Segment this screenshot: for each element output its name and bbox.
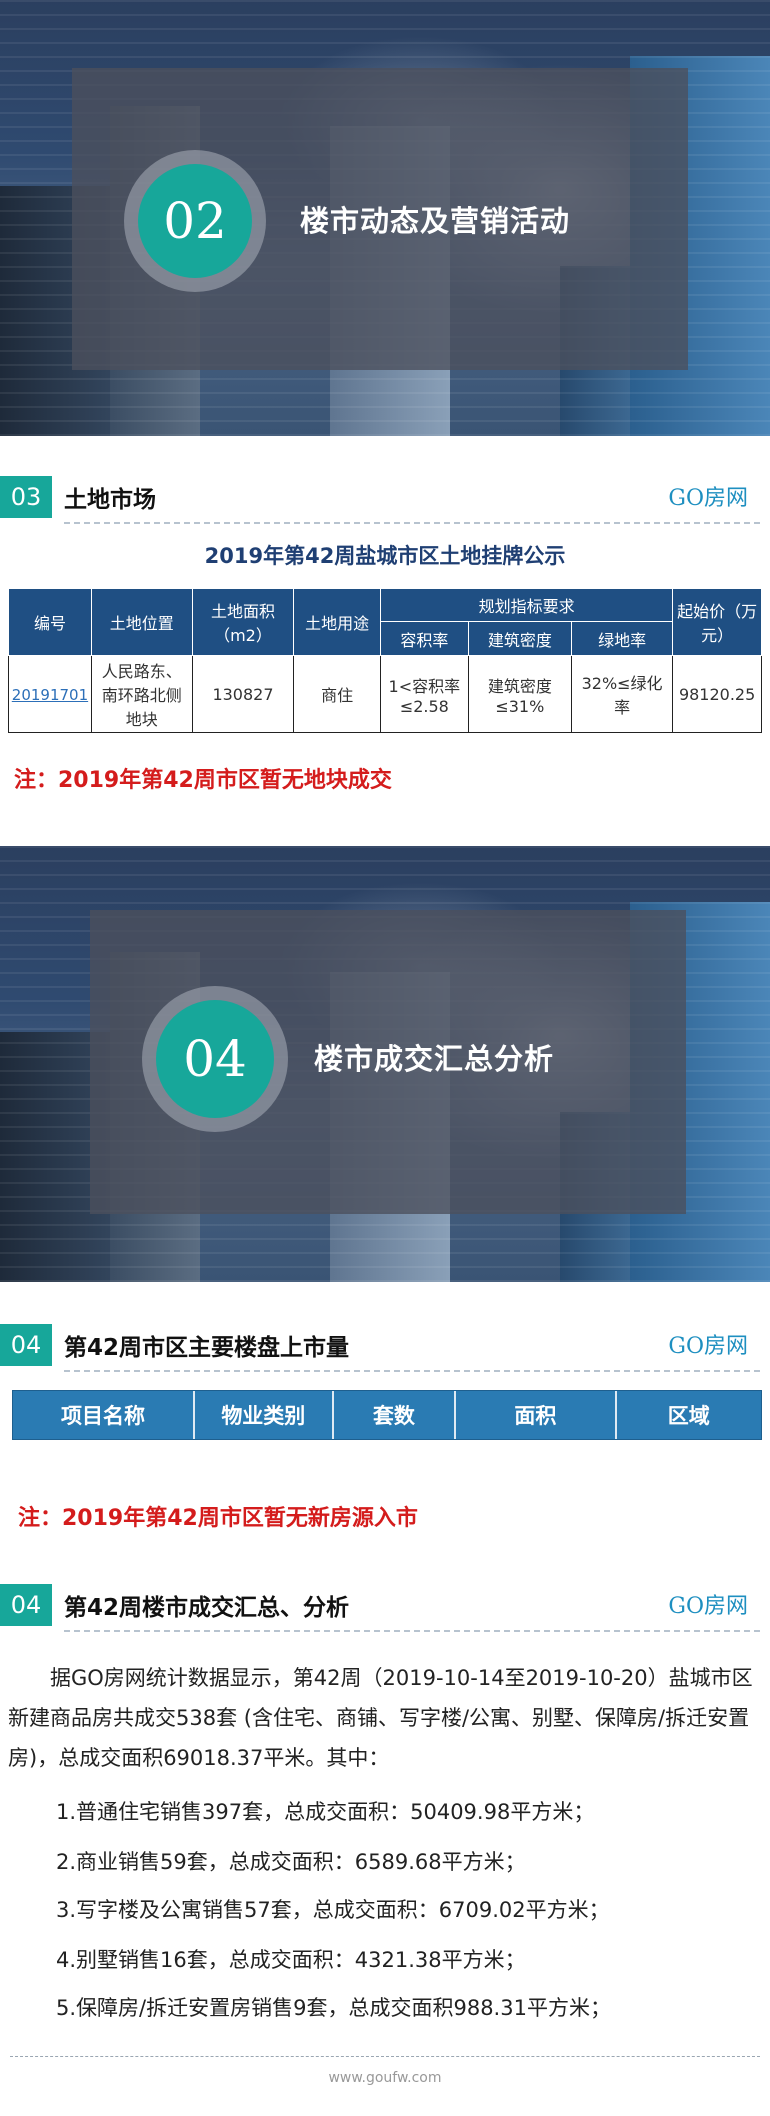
note-land-deals: 注：2019年第42周市区暂无地块成交 <box>14 768 392 793</box>
section-title: 第42周市区主要楼盘上市量 <box>64 1335 350 1361</box>
summary-item: 3.写字楼及公寓销售57套，总成交面积：6709.02平方米； <box>56 1898 610 1922</box>
cell-price: 98120.25 <box>672 655 762 733</box>
plot-id-link[interactable]: 20191701 <box>12 686 88 704</box>
section-number: 03 <box>0 476 52 518</box>
summary-paragraph: 据GO房网统计数据显示，第42周（2019-10-14至2019-10-20）盐… <box>8 1666 753 1770</box>
section-number: 04 <box>0 1584 52 1626</box>
listing-table-header: 项目名称 物业类别 套数 面积 区域 <box>12 1390 762 1440</box>
col-header-district: 区域 <box>667 1404 710 1428</box>
col-header-density: 建筑密度 <box>467 621 572 656</box>
col-header-property-type: 物业类别 <box>195 1391 334 1439</box>
col-header-area: 土地面积（m2） <box>191 588 295 656</box>
banner-title: 楼市成交汇总分析 <box>314 1042 555 1076</box>
table-row: 20191701 人民路东、南环路北侧地块 130827 商住 1<容积率≤2.… <box>8 655 762 733</box>
note-new-listings: 注：2019年第42周市区暂无新房源入市 <box>18 1506 418 1531</box>
cell-location: 人民路东、南环路北侧地块 <box>90 655 193 733</box>
banner-title: 楼市动态及营销活动 <box>300 204 571 238</box>
section-header-listings: 04 第42周市区主要楼盘上市量 GO房网 <box>0 1322 770 1372</box>
col-header-price: 起始价（万元） <box>672 588 762 656</box>
land-table-caption: 2019年第42周盐城市区土地挂牌公示 <box>204 544 566 568</box>
banner-number-badge: 04 <box>156 1000 274 1118</box>
summary-item: 1.普通住宅销售397套，总成交面积：50409.98平方米； <box>56 1800 595 1824</box>
col-header-use: 土地用途 <box>293 588 381 656</box>
banner-market-dynamics: 02 楼市动态及营销活动 <box>0 0 770 436</box>
cell-id[interactable]: 20191701 <box>8 655 92 733</box>
brand-logo: GO房网 <box>668 1334 748 1359</box>
col-header-green: 绿地率 <box>570 621 674 656</box>
col-header-units: 套数 <box>334 1391 457 1439</box>
brand-logo: GO房网 <box>668 486 748 511</box>
banner-deal-summary: 04 楼市成交汇总分析 <box>0 846 770 1282</box>
section-header-summary: 04 第42周楼市成交汇总、分析 GO房网 <box>0 1582 770 1632</box>
land-listing-table: 编号 土地位置 土地面积（m2） 土地用途 规划指标要求 起始价（万元） 容积率… <box>8 588 762 733</box>
banner-number-badge: 02 <box>138 164 252 278</box>
summary-item: 4.别墅销售16套，总成交面积：4321.38平方米； <box>56 1948 526 1972</box>
cell-density: 建筑密度≤31% <box>467 655 572 733</box>
footer-divider <box>10 2056 760 2057</box>
cell-green: 32%≤绿化率 <box>570 655 674 733</box>
section-title: 第42周楼市成交汇总、分析 <box>64 1595 350 1621</box>
cell-use: 商住 <box>293 655 381 733</box>
brand-logo: GO房网 <box>668 1594 748 1619</box>
section-number: 04 <box>0 1324 52 1366</box>
cell-far: 1<容积率≤2.58 <box>379 655 469 733</box>
footer-url[interactable]: www.goufw.com <box>0 2070 770 2086</box>
summary-item: 2.商业销售59套，总成交面积：6589.68平方米； <box>56 1850 526 1874</box>
col-header-project-name: 项目名称 <box>13 1391 196 1439</box>
cell-area: 130827 <box>191 655 295 733</box>
col-header-far: 容积率 <box>379 621 469 656</box>
col-header-location: 土地位置 <box>90 588 193 656</box>
section-title: 土地市场 <box>64 487 156 513</box>
col-header-area: 面积 <box>456 1391 617 1439</box>
col-header-plan: 规划指标要求 <box>379 588 674 622</box>
section-header-land: 03 土地市场 GO房网 <box>0 474 770 524</box>
summary-item: 5.保障房/拆迁安置房销售9套，总成交面积988.31平方米； <box>56 1996 611 2020</box>
col-header-id: 编号 <box>8 588 92 656</box>
